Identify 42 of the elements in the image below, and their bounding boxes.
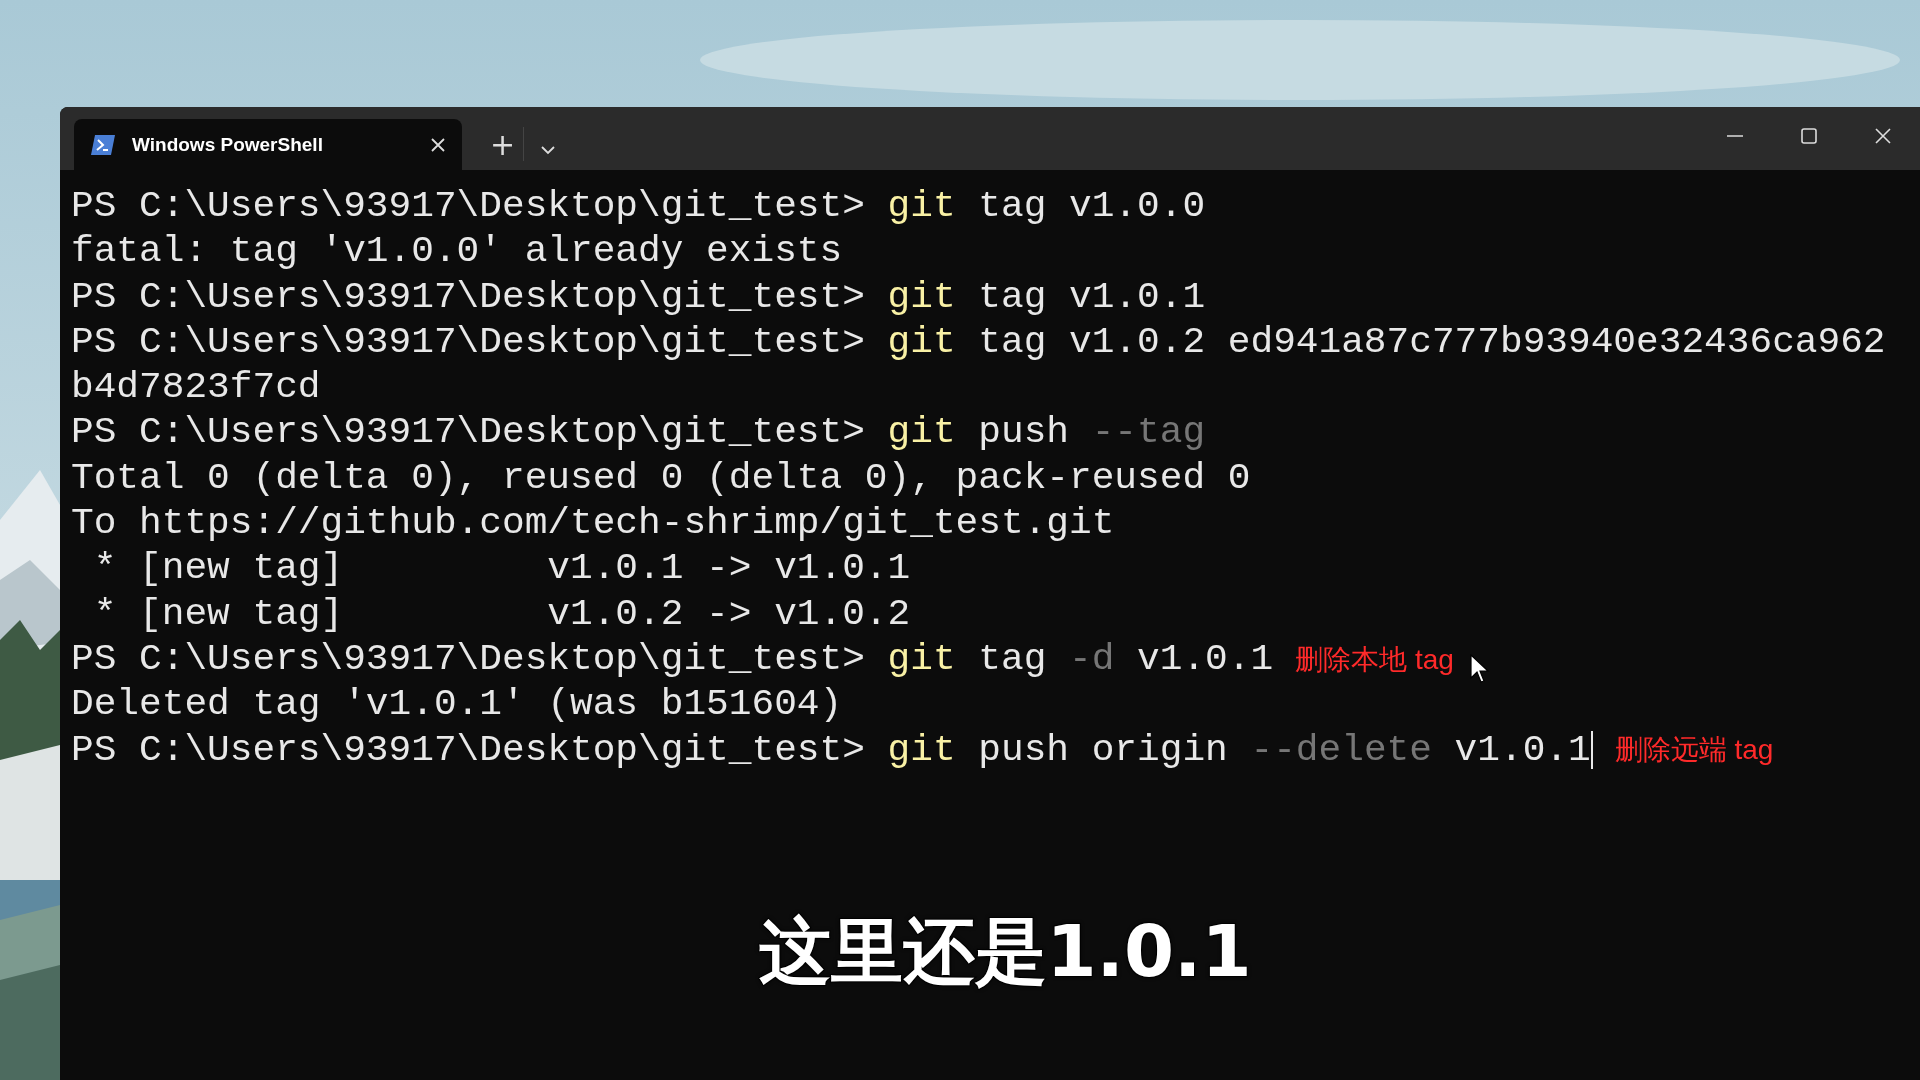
prompt-text: PS C:\Users\93917\Desktop\git_test> xyxy=(71,320,866,363)
command-text: git xyxy=(887,185,956,227)
maximize-icon xyxy=(1800,127,1818,145)
close-icon xyxy=(1874,127,1892,145)
output-text: fatal: tag 'v1.0.0' already exists xyxy=(71,230,843,273)
command-text: git xyxy=(887,320,956,363)
command-text: git xyxy=(887,728,956,771)
flag-text: -d xyxy=(1069,637,1115,680)
command-text: git xyxy=(887,275,956,318)
argument-text: v1.0.1 xyxy=(1453,728,1591,771)
prompt-text: PS C:\Users\93917\Desktop\git_test> xyxy=(71,185,866,227)
prompt-text: PS C:\Users\93917\Desktop\git_test> xyxy=(71,411,866,454)
prompt-text: PS C:\Users\93917\Desktop\git_test> xyxy=(71,728,866,771)
command-text: git xyxy=(887,411,956,454)
powershell-icon xyxy=(90,133,116,156)
prompt-text: PS C:\Users\93917\Desktop\git_test> xyxy=(71,637,866,680)
output-text: * [new tag] v1.0.2 -> v1.0.2 xyxy=(92,592,911,635)
subtitle: 这里还是1.0.1 xyxy=(758,908,1252,995)
close-icon xyxy=(430,136,446,153)
prompt-text: PS C:\Users\93917\Desktop\git_test> xyxy=(71,275,866,318)
output-text: * [new tag] v1.0.1 -> v1.0.1 xyxy=(92,547,911,590)
tab[interactable]: Windows PowerShell xyxy=(74,119,462,170)
new-tab-button[interactable]: + xyxy=(482,124,524,164)
argument-text: v1.0.1 xyxy=(1136,637,1274,680)
flag-text: --tag xyxy=(1091,411,1206,454)
output-text: To https://github.com/tech-shrimp/git_test.git xyxy=(71,502,1115,545)
flag-text: --delete xyxy=(1250,728,1432,771)
argument-text: tag v1.0.1 xyxy=(977,275,1206,318)
argument-text: push xyxy=(977,411,1070,454)
argument-text: tag v1.0.2 ed941a87c777b93940e32436ca962 xyxy=(977,320,1886,363)
chevron-down-icon xyxy=(540,145,557,155)
annotation-text: 删除远端 tag xyxy=(1614,733,1774,768)
argument-text: b4d7823f7cd xyxy=(71,366,321,409)
mouse-pointer-icon xyxy=(1470,654,1490,684)
output-text: Deleted tag 'v1.0.1' (was b151604) xyxy=(71,683,843,726)
command-text: git xyxy=(887,637,956,680)
minimize-icon xyxy=(1726,135,1744,137)
argument-text: tag v1.0.0 xyxy=(977,185,1206,227)
annotation-text: 删除本地 tag xyxy=(1295,642,1454,677)
output-text: Total 0 (delta 0), reused 0 (delta 0), pack-reused 0 xyxy=(71,456,1251,499)
argument-text: tag xyxy=(977,637,1048,680)
argument-text: push origin xyxy=(977,728,1229,771)
